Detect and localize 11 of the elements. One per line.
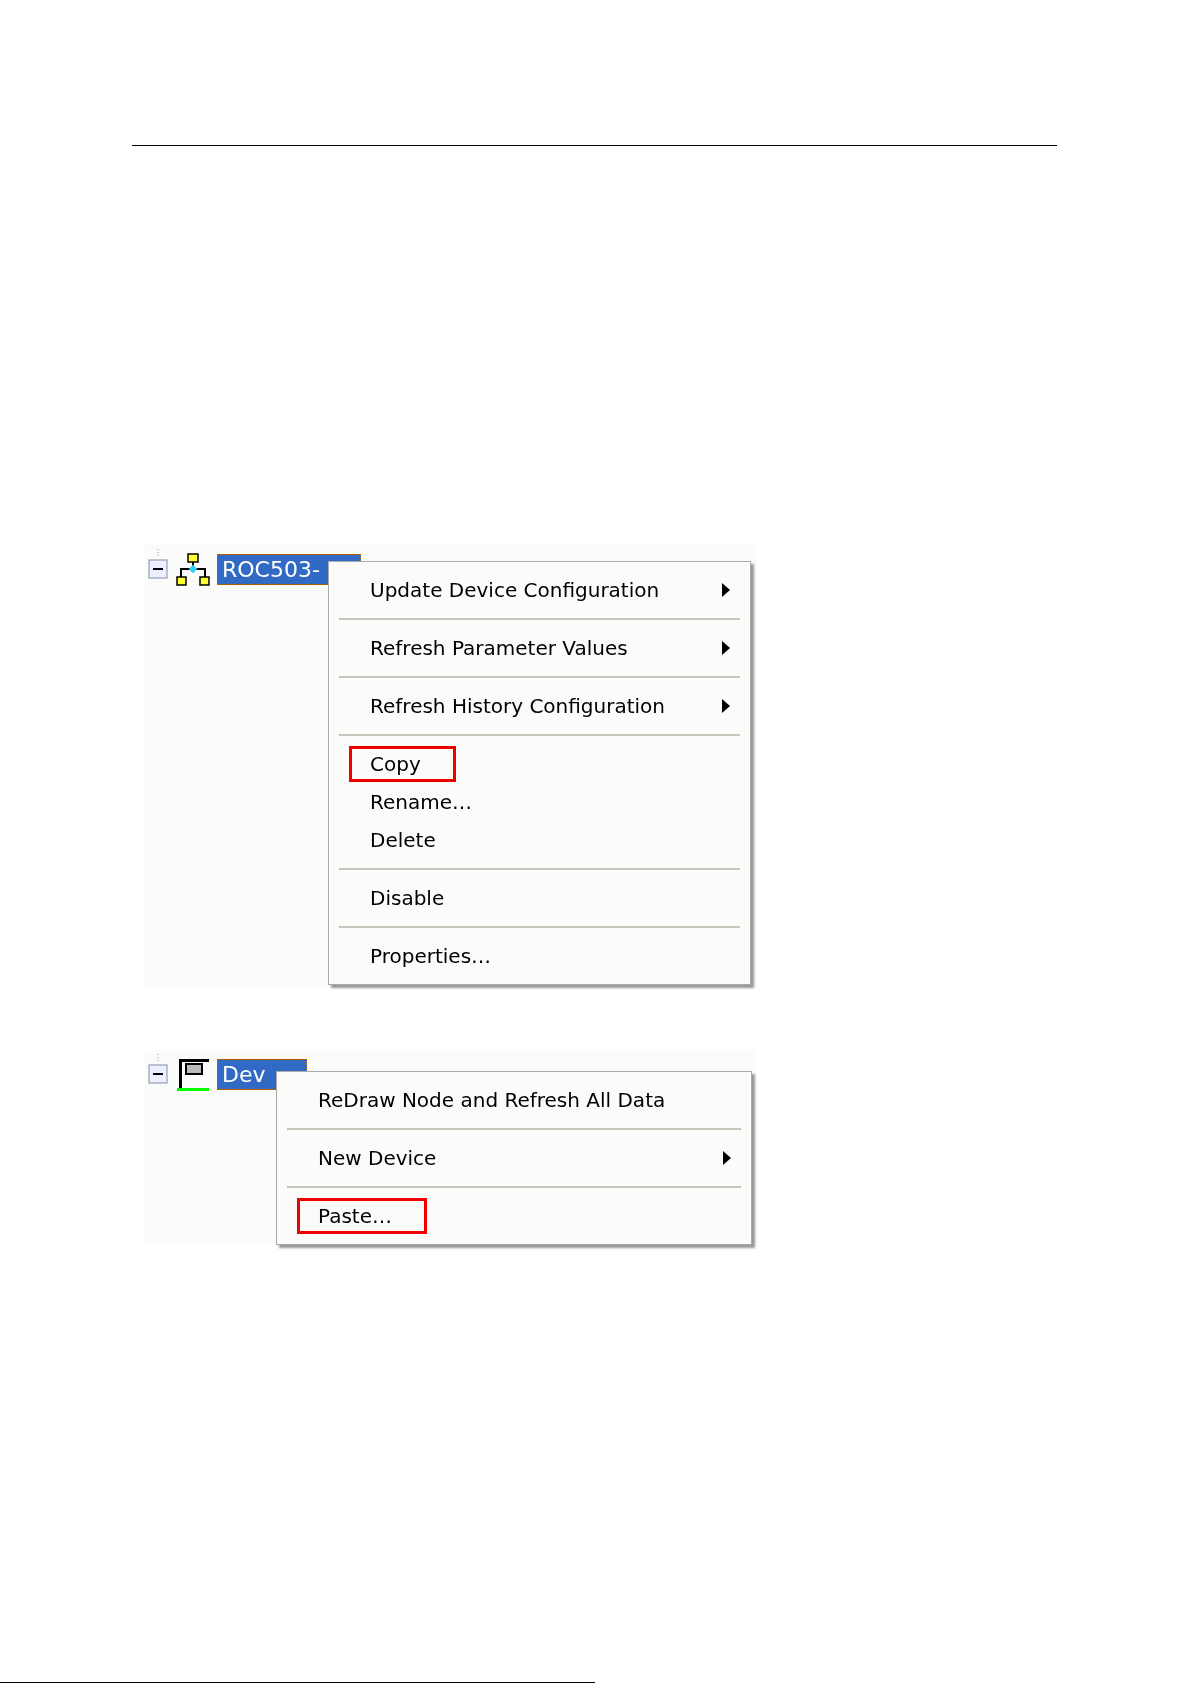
menu-item[interactable]: Disable [349, 880, 480, 916]
menu-item[interactable]: Copy [349, 746, 456, 782]
menu-item[interactable]: Properties… [349, 938, 527, 974]
menu-item[interactable]: Refresh History Configuration [349, 688, 701, 724]
menu-item[interactable]: Refresh Parameter Values [349, 630, 663, 666]
menu-item[interactable]: New Device [297, 1140, 472, 1176]
flag-icon [175, 1056, 211, 1092]
menu-item[interactable]: Delete [349, 822, 471, 858]
menu-item[interactable]: Paste… [297, 1198, 427, 1234]
menu-item[interactable]: Rename… [349, 784, 508, 820]
network-icon [175, 551, 211, 587]
